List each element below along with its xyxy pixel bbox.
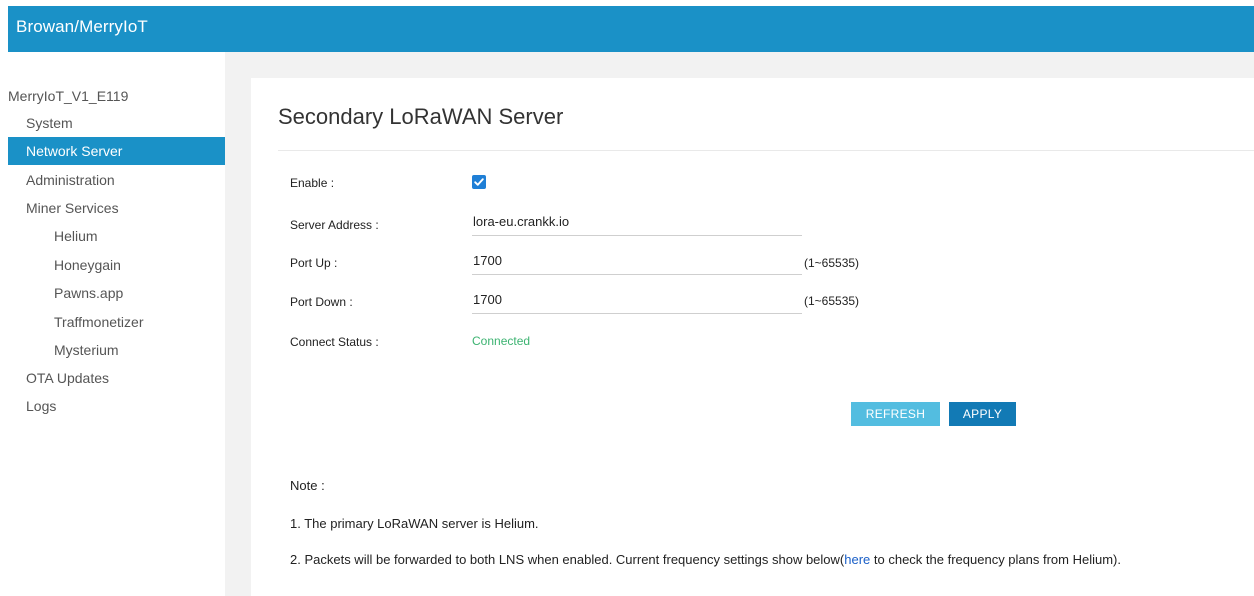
port-up-label: Port Up : — [290, 256, 338, 270]
sidebar: MerryIoT_V1_E119 System Network Server A… — [8, 52, 225, 596]
top-header: Browan/MerryIoT — [8, 6, 1254, 52]
frequency-plans-link[interactable]: here — [844, 552, 870, 567]
enable-checkbox[interactable] — [472, 175, 486, 189]
port-down-label: Port Down : — [290, 295, 353, 309]
sidebar-item-ota-updates[interactable]: OTA Updates — [26, 364, 109, 392]
note-line-2-text-after: to check the frequency plans from Helium… — [870, 552, 1122, 567]
sidebar-item-miner-services[interactable]: Miner Services — [26, 194, 119, 222]
refresh-button[interactable]: REFRESH — [851, 402, 940, 426]
sidebar-item-honeygain[interactable]: Honeygain — [54, 251, 121, 279]
sidebar-item-helium[interactable]: Helium — [54, 222, 98, 250]
note-line-1: 1. The primary LoRaWAN server is Helium. — [290, 516, 539, 531]
sidebar-item-administration[interactable]: Administration — [26, 166, 115, 194]
sidebar-item-system[interactable]: System — [26, 109, 73, 137]
port-down-input[interactable]: 1700 — [472, 290, 802, 314]
port-up-input[interactable]: 1700 — [472, 251, 802, 275]
checkmark-icon — [474, 178, 484, 186]
brand-title: Browan/MerryIoT — [16, 17, 148, 36]
device-name: MerryIoT_V1_E119 — [8, 88, 129, 104]
note-title: Note : — [290, 478, 325, 493]
note-line-2-text-before: 2. Packets will be forwarded to both LNS… — [290, 552, 845, 567]
port-up-range: (1~65535) — [804, 256, 860, 270]
connect-status-value: Connected — [472, 334, 531, 348]
apply-button[interactable]: APPLY — [949, 402, 1016, 426]
page-title: Secondary LoRaWAN Server — [278, 104, 564, 129]
connect-status-label: Connect Status : — [290, 335, 379, 349]
server-address-label: Server Address : — [290, 218, 379, 232]
sidebar-item-traffmonetizer[interactable]: Traffmonetizer — [54, 308, 143, 336]
sidebar-item-logs[interactable]: Logs — [26, 392, 56, 420]
title-divider — [278, 150, 1254, 151]
enable-label: Enable : — [290, 176, 335, 190]
sidebar-item-pawns-app[interactable]: Pawns.app — [54, 279, 123, 307]
server-address-input[interactable]: lora-eu.crankk.io — [472, 212, 802, 236]
port-down-range: (1~65535) — [804, 294, 860, 308]
note-line-2: 2. Packets will be forwarded to both LNS… — [290, 552, 1121, 567]
main-panel: Secondary LoRaWAN Server Enable : Server… — [251, 78, 1254, 596]
sidebar-item-mysterium[interactable]: Mysterium — [54, 336, 119, 364]
sidebar-item-network-server[interactable]: Network Server — [8, 137, 225, 165]
